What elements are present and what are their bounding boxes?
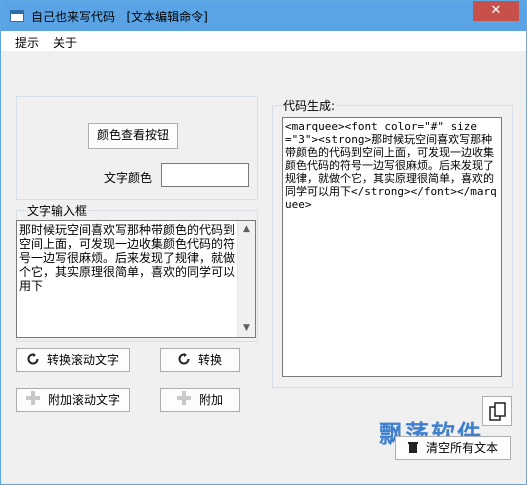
plus-icon (176, 390, 191, 412)
append-label: 附加 (198, 393, 223, 407)
app-window-icon (10, 10, 24, 22)
convert-scroll-button[interactable]: 转换滚动文字 (16, 348, 130, 372)
color-view-button[interactable]: 颜色查看按钮 (88, 123, 178, 149)
clear-all-button[interactable]: 清空所有文本 (395, 436, 511, 460)
menu-bar: 提示 关于 (1, 31, 526, 51)
text-input-scrollbar[interactable]: ▲ ▼ (237, 221, 255, 337)
text-input-group-label: 文字输入框 (25, 202, 90, 219)
code-output-area[interactable]: <marquee><font color="#" size="3"><stron… (282, 117, 502, 377)
scroll-up-arrow-icon[interactable]: ▲ (238, 221, 255, 238)
menu-item-tips[interactable]: 提示 (15, 34, 39, 51)
close-button[interactable]: ✕ (473, 1, 519, 21)
refresh-icon (27, 350, 39, 372)
text-input-area[interactable]: 那时候玩空间喜欢写那种带颜色的代码到空间上面，可发现一边收集颜色代码的符号一边写… (16, 220, 256, 338)
convert-label: 转换 (197, 353, 222, 367)
code-output-group-label: 代码生成: (281, 97, 338, 114)
convert-scroll-label: 转换滚动文字 (46, 353, 119, 367)
menu-item-about[interactable]: 关于 (53, 34, 77, 51)
text-color-input[interactable] (161, 163, 249, 187)
plus-icon (25, 390, 40, 412)
refresh-icon (178, 350, 190, 372)
text-color-label: 文字颜色 (104, 171, 153, 185)
append-scroll-button[interactable]: 附加滚动文字 (16, 388, 130, 412)
copy-icon (489, 402, 507, 429)
text-input-value: 那时候玩空间喜欢写那种带颜色的代码到空间上面，可发现一边收集颜色代码的符号一边写… (19, 223, 236, 293)
trash-icon (407, 438, 418, 460)
code-output-value: <marquee><font color="#" size="3"><stron… (285, 120, 497, 211)
clear-all-label: 清空所有文本 (425, 441, 498, 455)
scroll-down-arrow-icon[interactable]: ▼ (238, 320, 255, 337)
copy-button[interactable] (482, 396, 512, 426)
convert-button[interactable]: 转换 (160, 348, 240, 372)
title-bar[interactable]: 自己也来写代码 [文本编辑命令] ✕ (1, 1, 526, 31)
window-title: 自己也来写代码 [文本编辑命令] (31, 10, 208, 24)
color-panel: 颜色查看按钮 文字颜色 (16, 96, 258, 200)
append-button[interactable]: 附加 (160, 388, 240, 412)
append-scroll-label: 附加滚动文字 (47, 393, 120, 407)
main-window: 自己也来写代码 [文本编辑命令] ✕ 提示 关于 颜色查看按钮 文字颜色 文字输… (0, 0, 527, 485)
